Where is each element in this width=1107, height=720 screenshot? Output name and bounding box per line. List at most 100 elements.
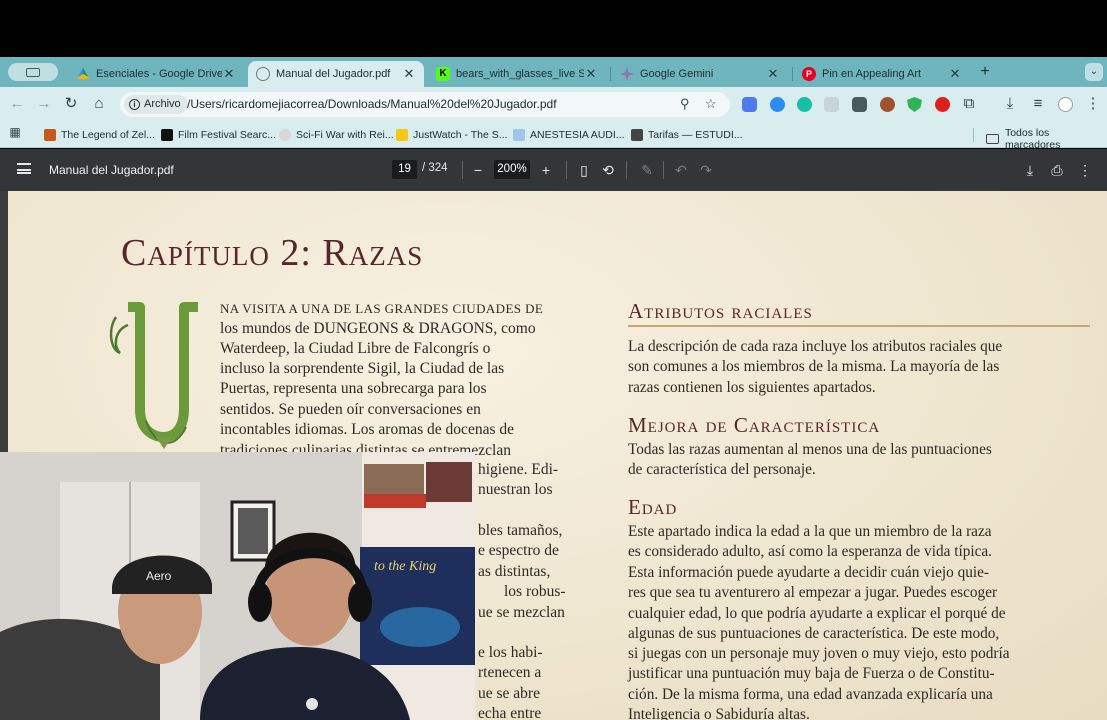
extension-icon[interactable] xyxy=(797,97,812,112)
print-icon[interactable]: ⎙ xyxy=(1046,159,1068,181)
gemini-icon xyxy=(620,67,634,81)
body-line: res que sea tu aventurero al empezar a j… xyxy=(628,584,998,601)
page-total: / 324 xyxy=(422,162,448,174)
heading-rule xyxy=(628,325,1090,327)
home-icon[interactable]: ⌂ xyxy=(90,95,108,113)
gear-icon xyxy=(279,129,291,141)
tab-title: Google Gemini xyxy=(640,68,714,80)
dropcap-letter: U xyxy=(109,302,198,449)
reading-list-icon[interactable]: ≡ xyxy=(1029,95,1047,113)
pdf-toolbar: Manual del Jugador.pdf 19 / 324 − 200% +… xyxy=(0,149,1107,191)
intro-lead: NA VISITA A UNA DE LAS GRANDES CIUDADES … xyxy=(220,301,544,316)
translate-extension-icon[interactable] xyxy=(742,97,757,112)
screen-extension-icon[interactable] xyxy=(852,97,867,112)
bookmark-item[interactable]: Tarifas — ESTUDI... xyxy=(631,127,743,143)
extension-icon[interactable] xyxy=(935,97,950,112)
toolbar-separator xyxy=(566,161,567,179)
section-heading: Atributos raciales xyxy=(628,299,813,323)
annotate-icon[interactable]: ✎ xyxy=(636,159,658,181)
site-info-chip[interactable]: i Archivo xyxy=(124,95,188,114)
tab-title: Esenciales - Google Drive xyxy=(96,68,222,80)
body-line: de característica del personaje. xyxy=(628,461,816,478)
bookmark-star-icon[interactable]: ☆ xyxy=(705,96,717,112)
body-line: ción. De la misma forma, una edad avanza… xyxy=(628,686,993,703)
body-line: Todas las razas aumentan al menos una de… xyxy=(628,441,992,458)
close-icon[interactable]: ✕ xyxy=(948,66,962,82)
close-icon[interactable]: ✕ xyxy=(222,66,236,82)
close-icon[interactable]: ✕ xyxy=(584,66,598,82)
download-icon[interactable]: ⤓ xyxy=(1019,159,1041,181)
undo-icon[interactable]: ↶ xyxy=(670,159,692,181)
screen: Esenciales - Google Drive ✕ Manual del J… xyxy=(0,0,1107,720)
tab-pinterest[interactable]: P Pin en Appealing Art ✕ xyxy=(794,61,970,87)
wall-poster-art xyxy=(238,508,268,554)
bookmark-item[interactable]: Sci-Fi War with Rei... xyxy=(279,127,394,143)
pinterest-icon: P xyxy=(802,67,816,81)
cookie-extension-icon[interactable] xyxy=(880,97,895,112)
tab-groups-button[interactable] xyxy=(8,63,58,81)
intro-fragment: ue se abre xyxy=(478,685,540,702)
intro-line: los mundos de DUNGEONS & DRAGONS, como xyxy=(220,320,536,337)
bookmark-item[interactable]: Film Festival Searc... xyxy=(161,127,276,143)
zoom-icon[interactable]: ⚲ xyxy=(680,96,690,112)
pdf-title: Manual del Jugador.pdf xyxy=(49,163,174,177)
bookmark-item[interactable]: JustWatch - The S... xyxy=(396,127,508,143)
shield-extension-icon[interactable] xyxy=(907,97,922,112)
extension-icon[interactable] xyxy=(770,97,785,112)
puzzle-icon[interactable]: ⧉ xyxy=(960,95,978,113)
address-bar[interactable]: i Archivo /Users/ricardomejiacorrea/Down… xyxy=(120,92,730,117)
reload-icon[interactable]: ↻ xyxy=(62,95,80,113)
all-bookmarks-button[interactable]: Todos los marcadores xyxy=(986,127,1107,151)
intro-line: incontables idiomas. Los aromas de docen… xyxy=(220,421,514,438)
download-icon[interactable]: ⤓ xyxy=(1001,95,1019,113)
red-box xyxy=(364,494,426,508)
tab-kick-stream[interactable]: K bears_with_glasses_live Stre ✕ xyxy=(428,61,606,87)
redo-icon[interactable]: ↷ xyxy=(695,159,717,181)
menu-icon[interactable] xyxy=(17,163,31,174)
intro-line: incluso la sorprendente Sigil, la Ciudad… xyxy=(220,360,505,377)
close-icon[interactable]: ✕ xyxy=(766,66,780,82)
bookmark-label: The Legend of Zel... xyxy=(61,129,155,141)
tab-title: Pin en Appealing Art xyxy=(822,68,922,80)
bookmarks-bar: ▦ The Legend of Zel... Film Festival Sea… xyxy=(0,122,1107,151)
section-heading: Mejora de Característica xyxy=(628,413,881,437)
bookmark-item[interactable]: ANESTESIA AUDI... xyxy=(513,127,625,143)
body-line: justificar una puntuación muy baja de Fu… xyxy=(628,665,995,682)
forward-arrow-icon[interactable]: → xyxy=(35,95,53,113)
tab-search-button[interactable]: ⌄ xyxy=(1085,63,1103,81)
zoom-out-icon[interactable]: − xyxy=(467,159,489,181)
info-icon: i xyxy=(129,99,140,110)
section-heading: Edad xyxy=(628,495,678,519)
body-line: cualquier edad, lo que podría ayudarte a… xyxy=(628,605,1006,622)
zoom-in-icon[interactable]: + xyxy=(535,159,557,181)
new-tab-button[interactable]: + xyxy=(976,63,994,81)
extension-icon[interactable] xyxy=(824,97,839,112)
tab-manual-pdf[interactable]: Manual del Jugador.pdf ✕ xyxy=(248,61,424,87)
back-arrow-icon[interactable]: ← xyxy=(8,95,26,113)
rotate-icon[interactable]: ⟲ xyxy=(597,159,619,181)
tab-google-gemini[interactable]: Google Gemini ✕ xyxy=(612,61,788,87)
url-text[interactable]: /Users/ricardomejiacorrea/Downloads/Manu… xyxy=(187,97,557,111)
zoom-input[interactable]: 200% xyxy=(494,160,530,179)
apps-grid-icon[interactable]: ▦ xyxy=(6,123,24,141)
body-line: razas contienen los siguientes apartados… xyxy=(628,379,876,396)
close-icon[interactable]: ✕ xyxy=(402,66,416,82)
browser-toolbar: ← → ↻ ⌂ i Archivo /Users/ricardomejiacor… xyxy=(0,87,1107,122)
intro-fragment: nuestran los xyxy=(478,481,553,498)
cube-icon xyxy=(631,129,643,141)
page-number-input[interactable]: 19 xyxy=(392,160,417,179)
all-bookmarks-label: Todos los marcadores xyxy=(1004,127,1061,151)
profile-avatar-icon[interactable] xyxy=(1058,97,1073,112)
bookmark-label: Sci-Fi War with Rei... xyxy=(296,129,394,141)
books xyxy=(426,462,472,502)
tab-google-drive[interactable]: Esenciales - Google Drive ✕ xyxy=(68,61,244,87)
fit-page-icon[interactable]: ▯ xyxy=(573,159,595,181)
toolbar-separator xyxy=(462,161,463,179)
tab-separator xyxy=(610,67,611,81)
bookmark-item[interactable]: The Legend of Zel... xyxy=(44,127,155,143)
intro-fragment: as distintas, xyxy=(478,563,551,580)
zelda-icon xyxy=(44,129,56,141)
more-vert-icon[interactable]: ⋮ xyxy=(1084,95,1102,113)
intro-fragment: e los habi- xyxy=(478,644,543,661)
more-vert-icon[interactable]: ⋮ xyxy=(1074,159,1096,181)
